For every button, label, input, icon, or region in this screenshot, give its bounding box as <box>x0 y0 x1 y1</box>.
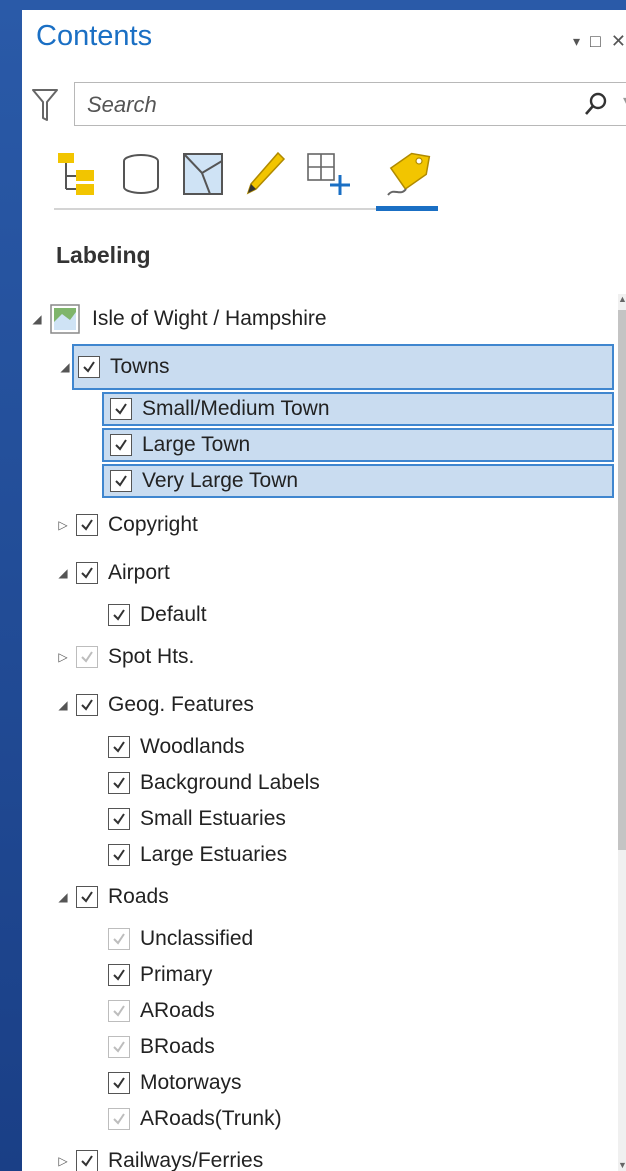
list-by-editing-icon[interactable] <box>240 146 290 202</box>
pane-title: Contents <box>36 20 153 52</box>
checkbox-checked[interactable] <box>76 694 98 716</box>
scroll-up-arrow-icon[interactable]: ▲ <box>618 294 626 308</box>
search-icon[interactable] <box>583 91 609 117</box>
tree-item-label: Geog. Features <box>108 693 254 716</box>
tree-item-background-labels[interactable]: Background Labels <box>108 766 608 800</box>
checkbox-checked-unavailable[interactable] <box>108 1000 130 1022</box>
filter-icon[interactable] <box>32 88 58 124</box>
search-input[interactable] <box>85 89 559 121</box>
tree-item-label: Unclassified <box>140 927 254 950</box>
pane-close-icon[interactable]: ✕ <box>611 31 626 52</box>
tree-item-very-large-town[interactable]: Very Large Town <box>102 464 614 498</box>
tree-item-small-estuaries[interactable]: Small Estuaries <box>108 802 608 836</box>
scroll-down-arrow-icon[interactable]: ▼ <box>618 1160 626 1171</box>
search-box: ▾ <box>74 82 626 126</box>
tree-item-label: Background Labels <box>140 771 320 794</box>
tree-item-roads[interactable]: ◢ Roads <box>56 880 596 914</box>
tree-item-unclassified[interactable]: Unclassified <box>108 922 608 956</box>
checkbox-checked[interactable] <box>108 844 130 866</box>
collapse-triangle-icon[interactable]: ◢ <box>56 890 70 904</box>
checkbox-checked[interactable] <box>76 562 98 584</box>
collapse-triangle-icon[interactable]: ◢ <box>30 312 44 326</box>
tree-item-airport[interactable]: ◢ Airport <box>56 556 596 590</box>
tree-item-label: Railways/Ferries <box>108 1149 264 1171</box>
tree-item-motorways[interactable]: Motorways <box>108 1066 608 1100</box>
tree-item-label: Default <box>140 603 207 626</box>
pane-options-dropdown-icon[interactable]: ▾ <box>573 33 580 50</box>
expand-triangle-icon[interactable]: ▷ <box>56 1154 70 1168</box>
tree-item-geog-features[interactable]: ◢ Geog. Features <box>56 688 596 722</box>
tree-item-primary[interactable]: Primary <box>108 958 608 992</box>
checkbox-checked[interactable] <box>110 398 132 420</box>
tree-item-label: Small/Medium Town <box>142 397 330 420</box>
checkbox-checked-unavailable[interactable] <box>108 1108 130 1130</box>
checkbox-checked-unavailable[interactable] <box>108 928 130 950</box>
tree-item-label: Airport <box>108 561 170 584</box>
tree-item-railways-ferries[interactable]: ▷ Railways/Ferries <box>56 1144 596 1171</box>
checkbox-checked[interactable] <box>108 808 130 830</box>
checkbox-checked[interactable] <box>108 964 130 986</box>
list-by-snapping-icon[interactable] <box>302 146 352 202</box>
active-tool-indicator <box>376 206 438 211</box>
checkbox-checked[interactable] <box>108 772 130 794</box>
map-icon <box>50 304 80 334</box>
tree-item-airport-default[interactable]: Default <box>108 598 608 632</box>
scrollbar-thumb[interactable] <box>618 310 626 850</box>
tree-item-aroads-trunk[interactable]: ARoads(Trunk) <box>108 1102 608 1136</box>
list-by-drawing-order-icon[interactable] <box>54 146 104 202</box>
tree-item-label: Motorways <box>140 1071 242 1094</box>
checkbox-checked[interactable] <box>108 736 130 758</box>
checkbox-checked[interactable] <box>76 1150 98 1171</box>
tree-item-label: Very Large Town <box>142 469 299 492</box>
tree-item-label: ARoads(Trunk) <box>140 1107 282 1130</box>
checkbox-checked[interactable] <box>76 886 98 908</box>
tree-item-map[interactable]: ◢ Isle of Wight / Hampshire <box>30 302 610 336</box>
contents-pane: Contents ▾ □ ✕ ▾ <box>22 10 626 1171</box>
tree-item-small-medium-town[interactable]: Small/Medium Town <box>102 392 614 426</box>
tree-item-label: Small Estuaries <box>140 807 286 830</box>
checkbox-checked[interactable] <box>110 470 132 492</box>
pane-window-controls: ▾ □ ✕ <box>573 26 626 56</box>
tree-item-large-town[interactable]: Large Town <box>102 428 614 462</box>
tree-item-label: Isle of Wight / Hampshire <box>92 307 327 330</box>
tree-item-label: Large Estuaries <box>140 843 288 866</box>
tree-item-aroads[interactable]: ARoads <box>108 994 608 1028</box>
tree-item-label: Towns <box>110 355 170 378</box>
tree-item-label: Primary <box>140 963 213 986</box>
contents-toolbar <box>54 142 626 214</box>
tree-item-towns[interactable]: ◢ Towns <box>60 344 614 390</box>
section-heading: Labeling <box>56 242 151 268</box>
tree-item-label: Large Town <box>142 433 251 456</box>
checkbox-checked[interactable] <box>110 434 132 456</box>
checkbox-checked-unavailable[interactable] <box>108 1036 130 1058</box>
tree-item-label: Woodlands <box>140 735 245 758</box>
tree-item-label: BRoads <box>140 1035 215 1058</box>
collapse-triangle-icon[interactable]: ◢ <box>56 566 70 580</box>
checkbox-checked[interactable] <box>108 604 130 626</box>
tree-item-label: ARoads <box>140 999 215 1022</box>
list-by-selection-icon[interactable] <box>178 146 228 202</box>
collapse-triangle-icon[interactable]: ◢ <box>56 698 70 712</box>
pane-maximize-icon[interactable]: □ <box>590 31 601 52</box>
list-by-data-source-icon[interactable] <box>116 146 166 202</box>
list-by-labeling-icon[interactable] <box>382 146 432 202</box>
tree-item-spot-hts[interactable]: ▷ Spot Hts. <box>56 640 596 674</box>
expand-triangle-icon[interactable]: ▷ <box>56 650 70 664</box>
tree-item-large-estuaries[interactable]: Large Estuaries <box>108 838 608 872</box>
checkbox-checked[interactable] <box>78 356 100 378</box>
collapse-triangle-icon[interactable]: ◢ <box>58 360 72 374</box>
tree-item-copyright[interactable]: ▷ Copyright <box>56 508 596 542</box>
tree-item-label: Copyright <box>108 513 198 536</box>
checkbox-checked-unavailable[interactable] <box>76 646 98 668</box>
tree-item-label: Spot Hts. <box>108 645 195 668</box>
checkbox-checked[interactable] <box>76 514 98 536</box>
tree-item-broads[interactable]: BRoads <box>108 1030 608 1064</box>
tree-item-label: Roads <box>108 885 169 908</box>
expand-triangle-icon[interactable]: ▷ <box>56 518 70 532</box>
tree-item-woodlands[interactable]: Woodlands <box>108 730 608 764</box>
checkbox-checked[interactable] <box>108 1072 130 1094</box>
